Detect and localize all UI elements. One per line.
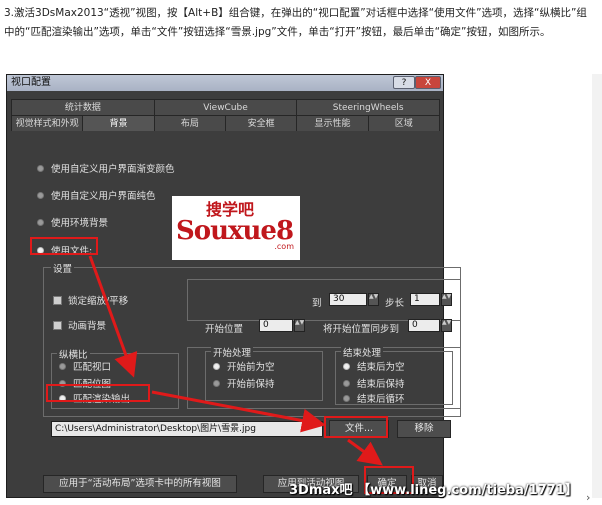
radio-dot-selected <box>343 362 350 370</box>
checkbox-label: 动画背景 <box>68 321 107 332</box>
sync-label: 将开始位置同步到 <box>323 324 400 335</box>
start-pos-value: 0 <box>263 320 269 330</box>
radio-label: 开始前为空 <box>227 362 275 373</box>
end-group-label: 结束处理 <box>341 345 384 359</box>
spinner-arrows-icon[interactable]: ▲▼ <box>294 319 305 332</box>
close-icon[interactable]: X <box>415 76 441 89</box>
start-pos-label: 开始位置 <box>205 324 244 335</box>
radio-blank-before-start[interactable]: 开始前为空 <box>213 359 275 373</box>
radio-dot <box>213 379 220 387</box>
sync-spinner[interactable]: 0 ▲▼ <box>408 319 452 332</box>
radio-label: 使用自定义用户界面渐变颜色 <box>51 164 175 175</box>
page-scrollbar[interactable] <box>592 74 602 498</box>
radio-environment-bg[interactable]: 使用环境背景 <box>37 215 108 229</box>
radio-solid-color[interactable]: 使用自定义用户界面纯色 <box>37 188 156 202</box>
tab-regions[interactable]: 区域 <box>367 115 440 131</box>
radio-match-viewport[interactable]: 匹配视口 <box>59 359 111 373</box>
radio-label: 匹配视口 <box>73 362 112 373</box>
highlight-match-render-output <box>46 384 150 402</box>
radio-dot <box>37 164 44 172</box>
dialog-titlebar: 视口配置 <box>7 75 443 91</box>
lock-zoom-checkbox[interactable]: 锁定缩放/平移 <box>53 293 128 307</box>
radio-blank-after-end[interactable]: 结束后为空 <box>343 359 405 373</box>
frame-end-label: 到 <box>312 298 322 309</box>
radio-hold-before-start[interactable]: 开始前保持 <box>213 376 275 390</box>
radio-dot <box>59 362 66 370</box>
frame-end-spinner[interactable]: 30 ▲▼ <box>329 293 379 306</box>
radio-dot <box>37 218 44 226</box>
apply-all-views-button[interactable]: 应用于“活动布局”选项卡中的所有视图 <box>43 475 237 493</box>
frame-end-value: 30 <box>333 294 345 304</box>
spinner-arrows-icon[interactable]: ▲▼ <box>441 319 452 332</box>
start-group-label: 开始处理 <box>211 345 254 359</box>
checkbox-box <box>53 295 62 305</box>
radio-hold-after-end[interactable]: 结束后保持 <box>343 376 405 390</box>
tab-layout[interactable]: 布局 <box>153 115 226 131</box>
spinner-arrows-icon[interactable]: ▲▼ <box>368 293 379 306</box>
step-label: 步长 <box>385 298 405 309</box>
radio-label: 结束后保持 <box>357 379 405 390</box>
radio-gradient-color[interactable]: 使用自定义用户界面渐变颜色 <box>37 161 175 175</box>
chevron-right-icon[interactable]: › <box>586 491 590 504</box>
tab-display-performance[interactable]: 显示性能 <box>296 115 369 131</box>
start-pos-spinner[interactable]: 0 ▲▼ <box>259 319 305 332</box>
checkbox-box <box>53 320 62 330</box>
file-path-field[interactable]: C:\Users\Administrator\Desktop\图片\雪景.jpg <box>51 421 323 437</box>
sync-value: 0 <box>412 320 418 330</box>
tab-steeringwheels[interactable]: SteeringWheels <box>296 99 441 115</box>
tab-background[interactable]: 背景 <box>82 115 155 131</box>
tab-stats[interactable]: 统计数据 <box>11 99 155 115</box>
step-spinner[interactable]: 1 ▲▼ <box>410 293 452 306</box>
settings-label: 设置 <box>51 261 75 275</box>
spinner-arrows-icon[interactable]: ▲▼ <box>441 293 452 306</box>
dialog-title: 视口配置 <box>11 77 51 88</box>
radio-label: 开始前保持 <box>227 379 275 390</box>
radio-label: 使用环境背景 <box>51 218 109 229</box>
radio-dot <box>37 191 44 199</box>
radio-label: 结束后为空 <box>357 362 405 373</box>
highlight-use-file <box>30 237 98 255</box>
radio-dot-selected <box>213 362 220 370</box>
highlight-file-button <box>324 416 388 438</box>
tab-row-1: 统计数据 ViewCube SteeringWheels <box>11 99 441 115</box>
radio-dot <box>343 379 350 387</box>
radio-dot <box>343 394 350 402</box>
radio-label: 使用自定义用户界面纯色 <box>51 191 156 202</box>
step-value: 1 <box>414 294 420 304</box>
radio-loop-after-end[interactable]: 结束后循环 <box>343 391 405 405</box>
tab-visual-style[interactable]: 视觉样式和外观 <box>11 115 84 131</box>
tab-row-2: 视觉样式和外观 背景 布局 安全框 显示性能 区域 <box>11 115 440 131</box>
help-button[interactable]: ? <box>393 76 415 89</box>
animate-bg-checkbox[interactable]: 动画背景 <box>53 318 106 332</box>
checkbox-label: 锁定缩放/平移 <box>68 296 129 307</box>
radio-label: 结束后循环 <box>357 394 405 405</box>
souxue8-logo: 搜学吧 Souxue8 .com <box>172 196 300 260</box>
remove-button[interactable]: 移除 <box>397 420 451 438</box>
tab-safe-frame[interactable]: 安全框 <box>224 115 298 131</box>
instruction-text: 3.激活3DsMax2013“透视”视图，按【Alt+B】组合键，在弹出的“视口… <box>4 7 587 38</box>
tab-viewcube[interactable]: ViewCube <box>153 99 298 115</box>
watermark: 3Dmax吧 【www.lineg.com/tieba/1771】 <box>289 483 578 498</box>
logo-line3: .com <box>274 242 294 251</box>
